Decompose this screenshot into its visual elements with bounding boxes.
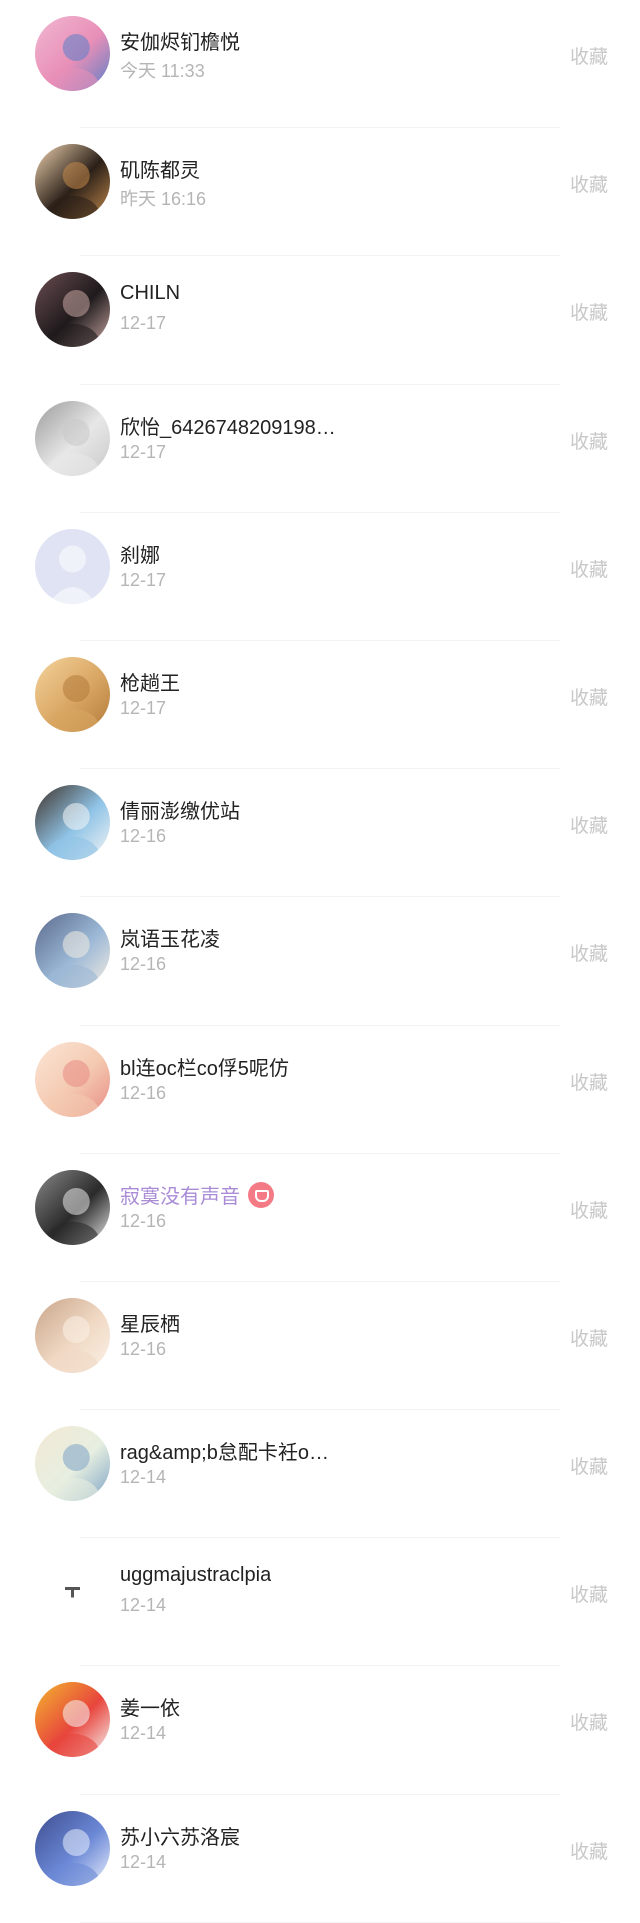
timestamp: 12-16 — [120, 1338, 167, 1359]
avatar-beach-boy[interactable] — [35, 785, 110, 861]
user-name[interactable]: 苏小六苏洛宸 — [120, 1821, 240, 1850]
user-name[interactable]: 安伽烬钔檐悦 — [120, 26, 240, 55]
list-item[interactable]: 姜一依 12-14 收藏 — [0, 1666, 640, 1795]
user-name-text: 寂寞没有声音 — [120, 1185, 240, 1208]
avatar-dark-girl[interactable] — [35, 272, 110, 348]
avatar-pastel-girl[interactable] — [35, 1297, 110, 1373]
list-item[interactable]: bl连oc栏co俘5呢仿 12-16 收藏 — [0, 1026, 640, 1154]
collect-button[interactable]: 收藏 — [570, 42, 608, 69]
user-name[interactable]: uggmajustraclpia — [120, 1564, 271, 1587]
collect-button[interactable]: 收藏 — [570, 1196, 608, 1223]
collect-button[interactable]: 收藏 — [570, 298, 608, 325]
timestamp: 12-14 — [120, 1467, 167, 1488]
timestamp: 12-17 — [120, 441, 167, 462]
user-name[interactable]: 倩丽澎缴优站 — [120, 795, 240, 824]
collect-button[interactable]: 收藏 — [570, 555, 608, 582]
avatar-blue-hair[interactable] — [35, 1810, 110, 1886]
list-item[interactable]: 枪趟王 12-17 收藏 — [0, 641, 640, 770]
timestamp: 12-14 — [120, 1595, 167, 1616]
timestamp: 12-16 — [120, 954, 167, 975]
collect-button[interactable]: 收藏 — [570, 1837, 608, 1864]
timestamp: 昨天 16:16 — [120, 189, 207, 210]
list-item[interactable]: 岚语玉花凌 12-16 收藏 — [0, 897, 640, 1026]
user-name[interactable]: CHILN — [120, 282, 180, 305]
collect-button[interactable]: 收藏 — [570, 811, 608, 838]
collect-button[interactable]: 收藏 — [570, 1324, 608, 1351]
collect-button[interactable]: 收藏 — [570, 1580, 608, 1607]
user-name-text: 姜一依 — [120, 1698, 180, 1721]
collect-button[interactable]: 收藏 — [570, 170, 608, 197]
avatar-man-portrait[interactable] — [35, 144, 110, 220]
timestamp: 12-14 — [120, 1723, 167, 1744]
user-name-text: rag&amp;b怠配卡衽o… — [120, 1442, 329, 1465]
user-name[interactable]: 姜一依 — [120, 1692, 180, 1721]
user-name-text: 刹娜 — [120, 544, 160, 567]
avatar-manga-girl[interactable] — [35, 1169, 110, 1245]
avatar-couple[interactable] — [35, 1426, 110, 1502]
list-item[interactable]: 星辰栖 12-16 收藏 — [0, 1282, 640, 1411]
user-name[interactable]: 寂寞没有声音 — [120, 1180, 274, 1211]
user-name[interactable]: 枪趟王 — [120, 667, 180, 696]
user-name[interactable]: 星辰栖 — [120, 1308, 180, 1337]
avatar-blank-t[interactable] — [35, 1554, 110, 1630]
avatar-sky-art[interactable] — [35, 16, 110, 91]
user-name-text: 岚语玉花凌 — [120, 929, 220, 952]
user-name[interactable]: 岚语玉花凌 — [120, 923, 220, 952]
user-name[interactable]: 欣怡_6426748209198… — [120, 411, 336, 440]
timestamp: 12-16 — [120, 1210, 167, 1231]
list-item[interactable]: 刹娜 12-17 收藏 — [0, 513, 640, 641]
list-item[interactable]: uggmajustraclpia 12-14 收藏 — [0, 1538, 640, 1667]
collect-button[interactable]: 收藏 — [570, 1708, 608, 1735]
user-name[interactable]: bl连oc栏co俘5呢仿 — [120, 1052, 289, 1081]
user-name[interactable]: 矶陈都灵 — [120, 154, 200, 183]
timestamp: 12-14 — [120, 1851, 167, 1872]
user-name-text: 枪趟王 — [120, 672, 180, 695]
avatar-default-user[interactable] — [35, 528, 110, 604]
vip-diamond-icon — [248, 1182, 274, 1209]
collect-button[interactable]: 收藏 — [570, 1068, 608, 1095]
timestamp: 12-17 — [120, 313, 167, 334]
list-item[interactable]: 倩丽澎缴优站 12-16 收藏 — [0, 769, 640, 898]
avatar-red-bird[interactable] — [35, 1682, 110, 1758]
timestamp: 12-16 — [120, 1082, 167, 1103]
avatar-sketch[interactable] — [35, 400, 110, 476]
user-name-text: CHILN — [120, 282, 181, 305]
user-name[interactable]: rag&amp;b怠配卡衽o… — [120, 1436, 329, 1465]
user-name-text: 欣怡_6426748209198… — [120, 416, 336, 439]
avatar-cute-sheep[interactable] — [35, 1041, 110, 1117]
avatar-food[interactable] — [35, 656, 110, 732]
collect-button[interactable]: 收藏 — [570, 683, 608, 710]
list-item[interactable]: 安伽烬钔檐悦 今天 11:33 收藏 — [0, 0, 640, 129]
list-item[interactable]: 矶陈都灵昨天 16:16 收藏 — [0, 128, 640, 257]
collect-button[interactable]: 收藏 — [570, 1452, 608, 1479]
user-name-text: uggmajustraclpia — [120, 1564, 272, 1587]
list-item[interactable]: 寂寞没有声音 12-16 收藏 — [0, 1154, 640, 1282]
collection-list: 安伽烬钔檐悦 今天 11:33 收藏 矶陈都灵 昨天 16:16 收藏 CHILN 12-17… — [0, 0, 640, 1923]
collect-button[interactable]: 收藏 — [570, 427, 608, 454]
user-name[interactable]: 刹娜 — [120, 539, 160, 568]
collect-button[interactable]: 收藏 — [570, 939, 608, 966]
list-item[interactable]: CHILN 12-17 收藏 — [0, 256, 640, 385]
timestamp: 12-17 — [120, 569, 167, 590]
timestamp: 今天 11:33 — [120, 61, 205, 81]
list-item[interactable]: 欣怡_6426748209198… 12-17 收藏 — [0, 385, 640, 513]
user-name-text: 倩丽澎缴优站 — [120, 801, 240, 824]
avatar-anime-winter[interactable] — [35, 913, 110, 989]
timestamp: 12-16 — [120, 826, 167, 847]
list-item[interactable]: rag&amp;b怠配卡衽o… 12-14 收藏 — [0, 1410, 640, 1539]
user-name-text: 矶陈都灵 — [120, 160, 200, 183]
timestamp: 12-17 — [120, 697, 167, 718]
user-name-text: 苏小六苏洛宸 — [120, 1826, 240, 1849]
user-name-text: 星辰栖 — [120, 1313, 180, 1336]
user-name-text: 安伽烬钔檐悦 — [120, 32, 240, 54]
user-name-text: bl连oc栏co俘5呢仿 — [120, 1057, 289, 1080]
